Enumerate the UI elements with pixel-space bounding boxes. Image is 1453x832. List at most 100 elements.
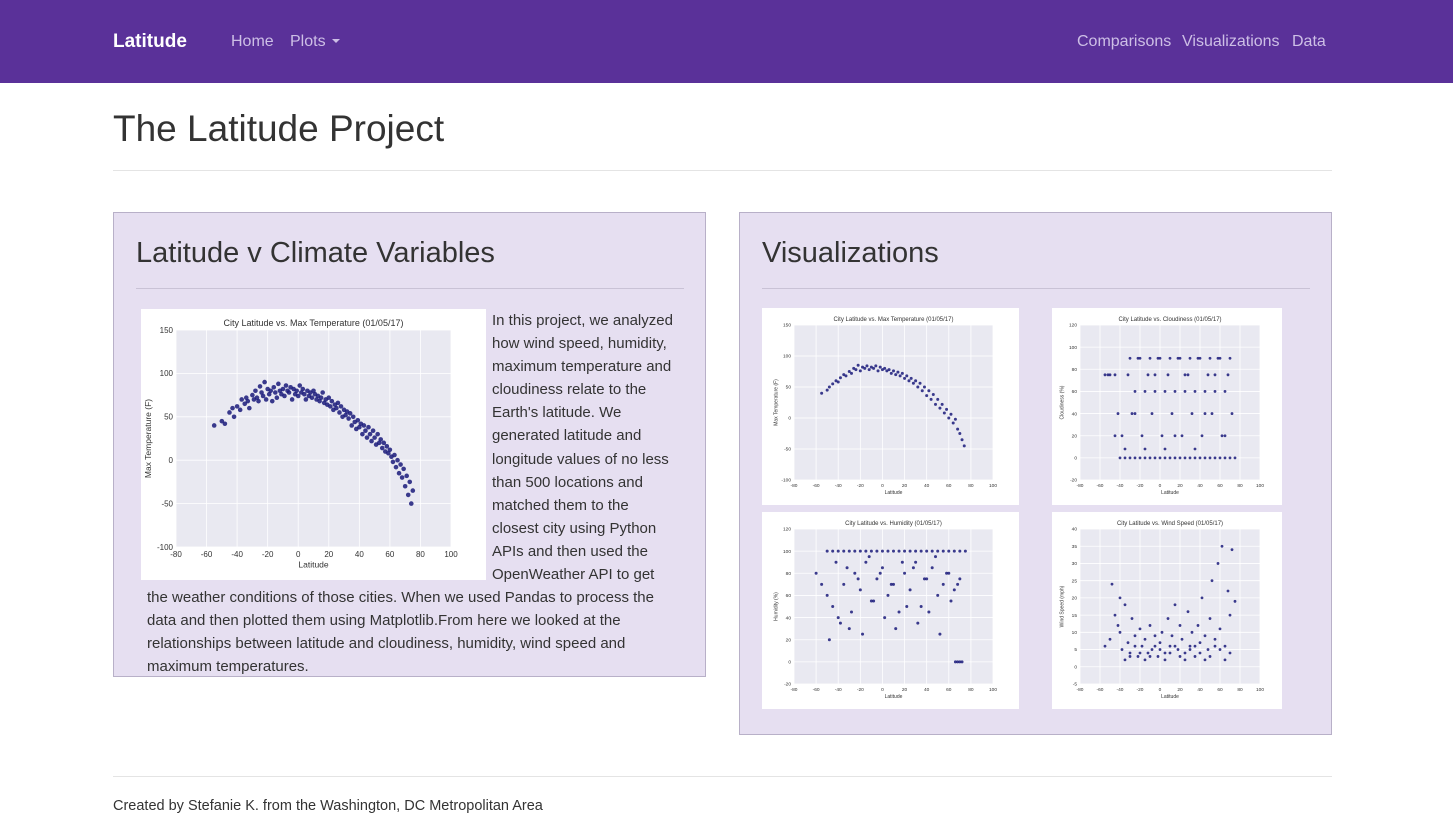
data-point bbox=[326, 395, 332, 401]
data-point bbox=[1138, 651, 1142, 655]
data-point bbox=[375, 431, 380, 437]
brand-link[interactable]: Latitude bbox=[113, 31, 187, 53]
thumb-wind-speed-chart: -80 -60 -40 -20 0 20 40 60 80 100 -5 0 5 10 15 20 25 30 35… bbox=[1060, 521, 1265, 700]
y-tick-label: 100 bbox=[783, 354, 791, 360]
data-point bbox=[930, 566, 934, 570]
data-point bbox=[1113, 373, 1117, 377]
thumb-cloudiness[interactable]: -80 -60 -40 -20 0 20 40 60 80 100 -20 0 20 40 60 80 100 1… bbox=[1052, 308, 1282, 505]
data-point bbox=[897, 610, 901, 614]
data-point bbox=[878, 365, 882, 369]
data-point bbox=[1213, 373, 1217, 377]
nav-plots-dropdown[interactable]: Plots bbox=[290, 33, 340, 51]
data-point bbox=[889, 582, 893, 586]
y-tick-label: 0 bbox=[169, 456, 174, 465]
data-point bbox=[1193, 447, 1197, 451]
data-point bbox=[250, 392, 255, 398]
thumb-max-temp[interactable]: -80 -60 -40 -20 0 20 40 60 80 100 -100 -50 0 50 100 150… bbox=[762, 308, 1019, 505]
data-point bbox=[269, 398, 275, 404]
thumb-humidity[interactable]: -80 -60 -40 -20 0 20 40 60 80 100 -20 0 20 40 60 80 100 1… bbox=[762, 512, 1019, 709]
data-point bbox=[1208, 655, 1212, 658]
y-tick-label: 40 bbox=[1072, 527, 1078, 533]
y-tick-label: 0 bbox=[1074, 664, 1077, 670]
y-tick-label: 150 bbox=[783, 323, 791, 329]
data-point bbox=[952, 549, 956, 553]
plot-area bbox=[1080, 529, 1260, 684]
data-point bbox=[372, 435, 377, 440]
max-temp-plot[interactable]: -80 -60 -40 -20 0 20 40 60 80 100 -100 -50 0 50 100 150… bbox=[141, 309, 486, 580]
data-point bbox=[398, 462, 403, 467]
x-tick-label: -40 bbox=[1117, 687, 1124, 693]
data-point bbox=[827, 385, 831, 389]
nav-visualizations[interactable]: Visualizations bbox=[1182, 33, 1280, 51]
data-point bbox=[1138, 356, 1142, 360]
data-point bbox=[853, 571, 857, 575]
data-point bbox=[295, 393, 301, 399]
data-point bbox=[329, 398, 335, 404]
data-point bbox=[842, 549, 846, 553]
thumb-wind-speed[interactable]: -80 -60 -40 -20 0 20 40 60 80 100 -5 0 5 10 15 20 25 30 35… bbox=[1052, 512, 1282, 709]
data-point bbox=[919, 549, 923, 553]
data-point bbox=[847, 627, 851, 631]
data-point bbox=[1158, 648, 1162, 651]
y-tick-label: 100 bbox=[783, 549, 791, 555]
y-tick-label: 40 bbox=[786, 615, 792, 621]
data-point bbox=[844, 374, 848, 378]
data-point bbox=[247, 405, 252, 411]
data-point bbox=[1188, 456, 1192, 460]
data-point bbox=[1228, 356, 1232, 360]
x-tick-label: -80 bbox=[791, 483, 798, 489]
data-point bbox=[820, 582, 824, 586]
y-tick-label: -100 bbox=[157, 543, 174, 552]
data-point bbox=[1138, 456, 1142, 460]
data-point bbox=[856, 577, 860, 581]
x-axis-label: Latitude bbox=[1161, 694, 1179, 700]
nav-home[interactable]: Home bbox=[231, 33, 274, 51]
data-point bbox=[1190, 630, 1194, 634]
data-point bbox=[956, 427, 960, 431]
data-point bbox=[234, 404, 240, 409]
data-point bbox=[941, 549, 945, 553]
data-point bbox=[919, 605, 923, 608]
data-point bbox=[1203, 456, 1207, 460]
data-point bbox=[366, 424, 371, 430]
data-point bbox=[1163, 651, 1167, 655]
data-point bbox=[1156, 655, 1160, 658]
data-point bbox=[914, 549, 918, 553]
thumb-cloudiness-chart: -80 -60 -40 -20 0 20 40 60 80 100 -20 0 20 40 60 80 100 1… bbox=[1060, 317, 1265, 496]
data-point bbox=[289, 397, 295, 402]
data-point bbox=[1220, 544, 1224, 548]
data-point bbox=[1148, 356, 1152, 360]
data-point bbox=[1213, 456, 1217, 460]
data-point bbox=[408, 501, 414, 506]
data-point bbox=[1118, 456, 1122, 460]
caret-down-icon bbox=[331, 39, 340, 43]
data-point bbox=[960, 438, 964, 442]
data-point bbox=[927, 389, 931, 393]
data-point bbox=[1130, 617, 1134, 620]
data-point bbox=[878, 571, 882, 575]
data-point bbox=[911, 566, 915, 570]
data-point bbox=[1128, 356, 1132, 360]
data-point bbox=[1190, 412, 1194, 415]
data-point bbox=[286, 390, 292, 395]
data-point bbox=[349, 423, 354, 428]
data-point bbox=[945, 407, 949, 411]
data-point bbox=[947, 416, 951, 420]
data-point bbox=[1113, 613, 1117, 617]
data-point bbox=[960, 660, 964, 664]
data-point bbox=[918, 381, 922, 385]
data-point bbox=[903, 549, 907, 553]
data-point bbox=[940, 402, 944, 406]
data-point bbox=[1218, 356, 1222, 360]
data-point bbox=[886, 549, 890, 553]
y-tick-label: 80 bbox=[786, 571, 792, 577]
nav-comparisons[interactable]: Comparisons bbox=[1077, 33, 1171, 51]
x-tick-label: 0 bbox=[881, 687, 884, 693]
panel-divider bbox=[136, 288, 684, 289]
data-point bbox=[897, 549, 901, 553]
nav-data[interactable]: Data bbox=[1292, 33, 1326, 51]
data-point bbox=[1226, 589, 1230, 593]
footer-divider bbox=[113, 776, 1332, 777]
x-tick-label: -40 bbox=[835, 483, 842, 489]
data-point bbox=[864, 560, 868, 564]
